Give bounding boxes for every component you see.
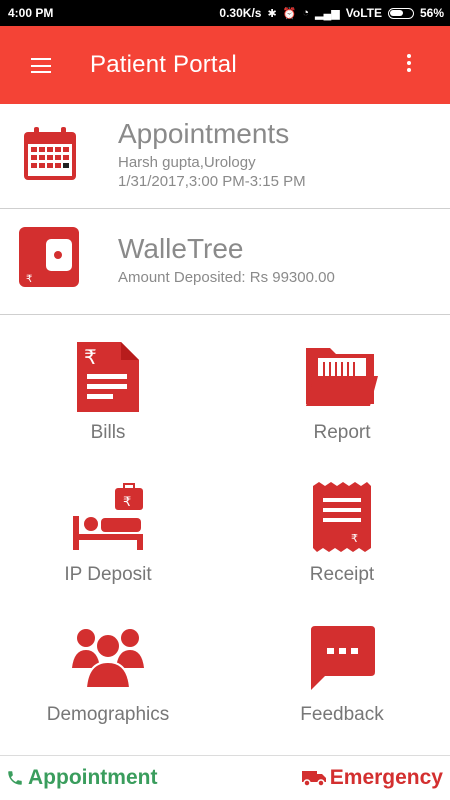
battery-icon (387, 7, 414, 19)
app-title: Patient Portal (90, 51, 237, 78)
wallet-title: WalleTree (118, 233, 244, 264)
bottom-bar: Appointment Emergency (0, 755, 450, 800)
ip-deposit-label: IP Deposit (64, 564, 152, 585)
status-bar: 4:00 PM 0.30K/s ✱ ⏰ ◔ ▂▄▆ VoLTE 56% (0, 0, 450, 26)
wallet-amount: Amount Deposited: Rs 99300.00 (118, 269, 335, 286)
network-speed: 0.30K/s (219, 6, 262, 20)
svg-text:₹: ₹ (123, 495, 131, 510)
status-time: 4:00 PM (8, 6, 54, 20)
bill-icon: ₹ (77, 342, 139, 412)
battery-level: 56% (419, 6, 444, 20)
ambulance-icon (301, 771, 326, 787)
network-type: VoLTE (345, 6, 382, 20)
emergency-label: Emergency (329, 766, 443, 789)
report-button[interactable]: Report (242, 340, 442, 470)
ip-deposit-button[interactable]: ₹ IP Deposit (8, 482, 208, 612)
demographics-button[interactable]: Demographics (8, 624, 208, 754)
signal-icon: ▂▄▆ (315, 7, 340, 20)
bills-label: Bills (90, 422, 126, 443)
appointment-doctor: Harsh gupta,Urology (118, 154, 256, 171)
overflow-menu-icon[interactable] (406, 54, 412, 74)
bills-button[interactable]: ₹ Bills (8, 340, 208, 470)
appointment-label: Appointment (28, 766, 158, 789)
appointment-button[interactable]: Appointment (6, 766, 157, 790)
appointment-datetime: 1/31/2017,3:00 PM-3:15 PM (118, 173, 306, 190)
emergency-button[interactable]: Emergency (301, 766, 443, 790)
feedback-label: Feedback (300, 704, 384, 725)
app-bar: Patient Portal (0, 26, 450, 104)
status-icons: 0.30K/s ✱ ⏰ ◔ ▂▄▆ VoLTE 56% (219, 6, 444, 20)
svg-text:₹: ₹ (351, 532, 358, 545)
wallet-card[interactable]: ₹ WalleTree Amount Deposited: Rs 99300.0… (0, 209, 450, 315)
svg-text:₹: ₹ (84, 345, 97, 369)
appointments-card[interactable]: Appointments Harsh gupta,Urology 1/31/20… (0, 104, 450, 209)
report-folder-icon (306, 348, 378, 406)
feedback-button[interactable]: Feedback (242, 624, 442, 754)
receipt-label: Receipt (309, 564, 375, 585)
wallet-icon: ₹ (19, 227, 79, 287)
alarm-icon: ⏰ (282, 7, 297, 20)
hospital-bed-icon: ₹ (73, 483, 143, 550)
appointments-title: Appointments (118, 118, 290, 149)
receipt-button[interactable]: ₹ Receipt (242, 482, 442, 612)
menu-icon[interactable] (31, 58, 51, 73)
phone-icon (8, 771, 22, 785)
feedback-chat-icon (311, 626, 375, 690)
svg-text:₹: ₹ (26, 274, 32, 285)
report-label: Report (313, 422, 371, 443)
calendar-icon (24, 127, 76, 180)
wifi-icon: ◔ (302, 7, 310, 19)
bluetooth-icon: ✱ (267, 7, 277, 20)
receipt-icon: ₹ (313, 482, 371, 552)
people-group-icon (72, 629, 144, 689)
demographics-label: Demographics (46, 704, 170, 725)
